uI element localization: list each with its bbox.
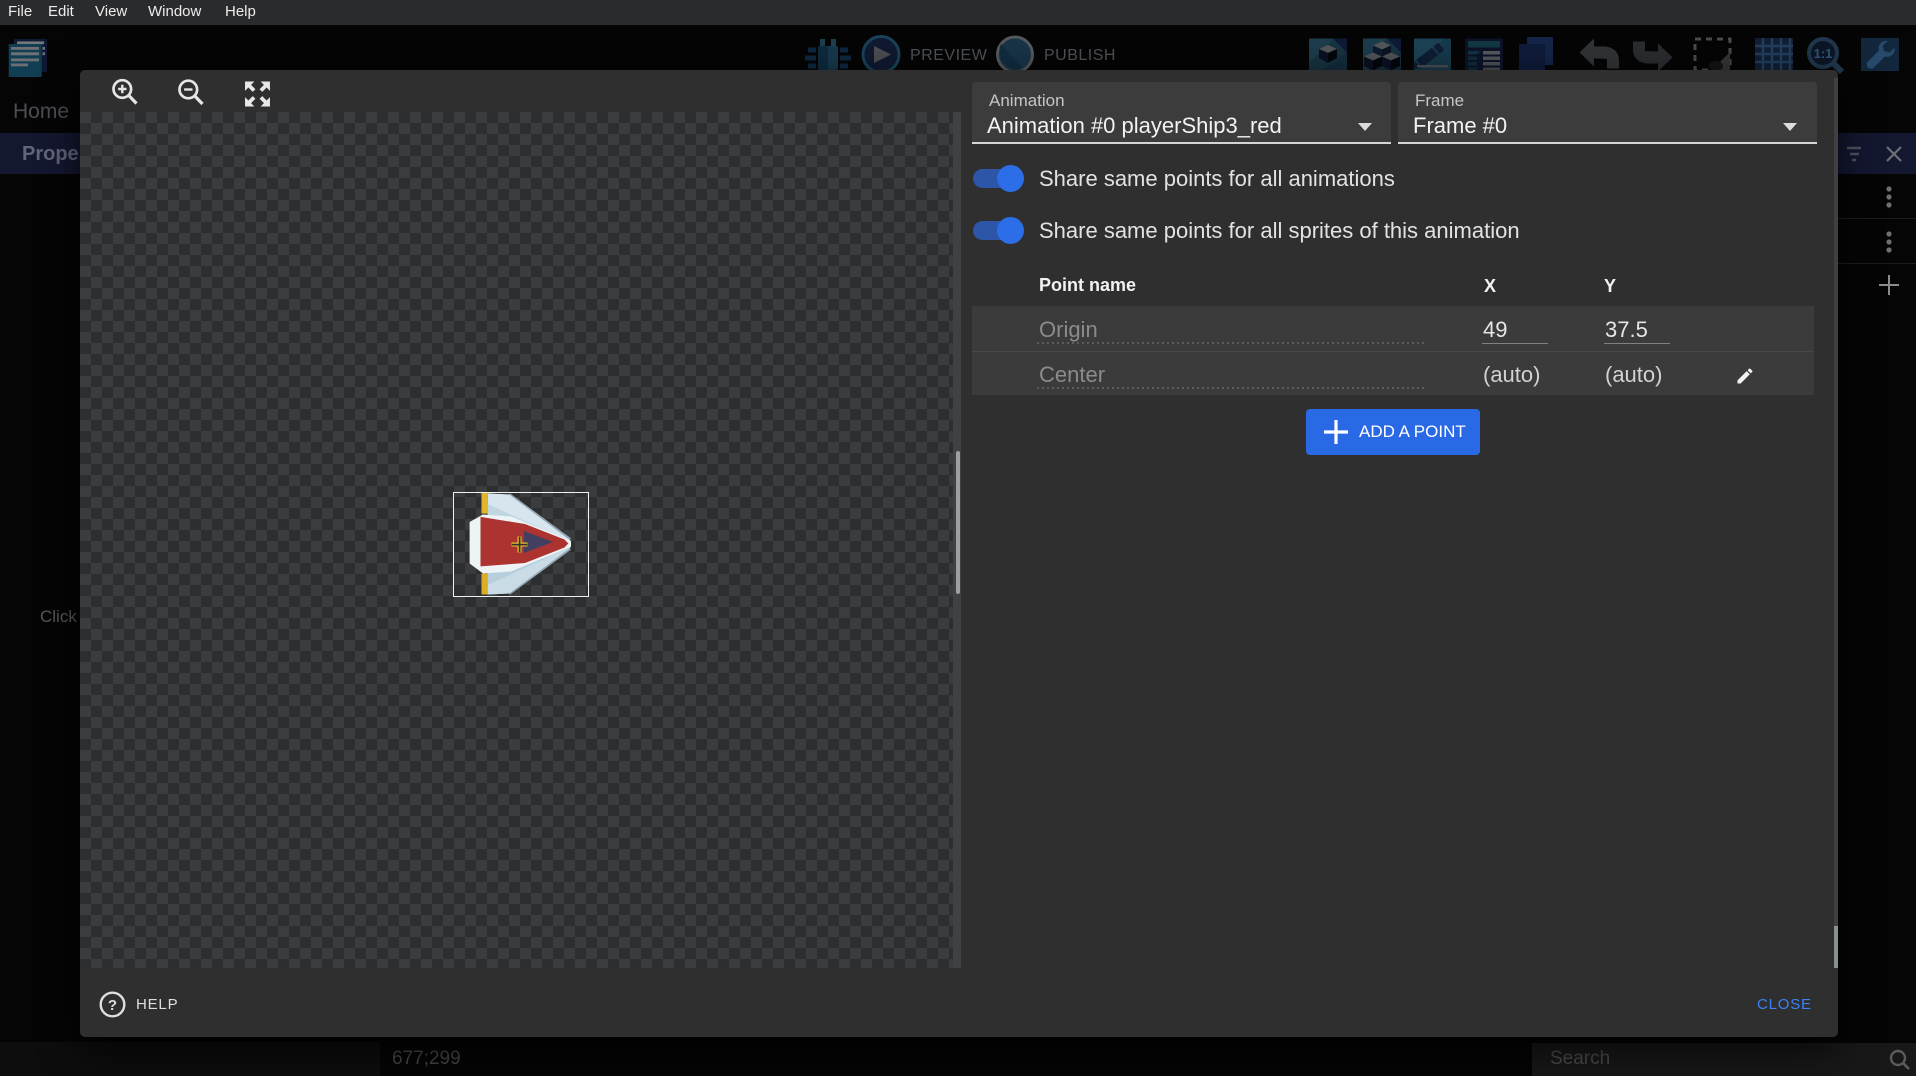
svg-text:PUBLISH: PUBLISH — [1044, 47, 1116, 64]
svg-text:PREVIEW: PREVIEW — [910, 47, 988, 64]
svg-text:1:1: 1:1 — [1814, 46, 1833, 61]
svg-text:?: ? — [108, 997, 117, 1014]
